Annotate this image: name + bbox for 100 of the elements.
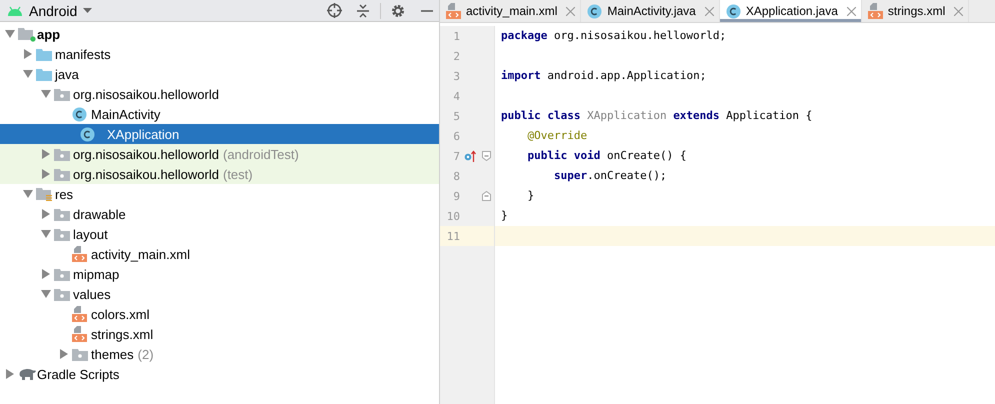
close-icon[interactable] xyxy=(566,6,576,16)
tree-row[interactable]: strings.xml xyxy=(0,324,439,344)
xml-file-icon xyxy=(72,246,87,262)
expand-arrow-icon[interactable] xyxy=(42,209,50,219)
tree-row[interactable]: app xyxy=(0,24,439,44)
item-label: XApplication xyxy=(107,126,180,142)
tree-row[interactable]: org.nisosaikou.helloworld (test) xyxy=(0,164,439,184)
item-label: colors.xml xyxy=(91,306,150,322)
dropdown-caret-icon[interactable] xyxy=(83,8,92,13)
tree-row[interactable]: layout xyxy=(0,224,439,244)
package-icon xyxy=(54,268,70,280)
code-line: } xyxy=(526,188,536,204)
line-number: 1 xyxy=(452,30,460,42)
tree-row[interactable]: XApplication xyxy=(0,124,439,144)
xml-file-icon xyxy=(72,326,87,342)
item-label: org.nisosaikou.helloworld xyxy=(73,166,219,182)
xml-file-icon xyxy=(72,306,87,322)
line-number: 3 xyxy=(452,70,460,82)
view-selector[interactable]: Android xyxy=(29,2,78,18)
code-line: package org.nisosaikou.helloworld; xyxy=(500,28,728,44)
class-icon xyxy=(587,4,602,18)
line-number: 7 xyxy=(452,150,460,162)
elephant-icon xyxy=(18,368,36,380)
tree-row[interactable]: mipmap xyxy=(0,264,439,284)
class-icon xyxy=(80,126,95,142)
line-number: 8 xyxy=(452,170,460,182)
close-icon[interactable] xyxy=(846,6,856,16)
item-label: Gradle Scripts xyxy=(37,366,120,382)
tree-row[interactable]: values xyxy=(0,284,439,304)
collapse-arrow-icon[interactable] xyxy=(41,230,51,238)
code-line: } xyxy=(500,208,509,224)
item-label: mipmap xyxy=(73,266,120,282)
item-note: (androidTest) xyxy=(222,146,299,162)
item-label: org.nisosaikou.helloworld xyxy=(73,86,219,102)
tree-row[interactable]: org.nisosaikou.helloworld (androidTest) xyxy=(0,144,439,164)
collapse-arrow-icon[interactable] xyxy=(5,30,15,38)
expand-arrow-icon[interactable] xyxy=(60,349,68,359)
code-line: public void onCreate() { xyxy=(526,148,688,164)
collapse-arrow-icon[interactable] xyxy=(23,70,33,78)
tree-row[interactable]: manifests xyxy=(0,44,439,64)
tree-row[interactable]: org.nisosaikou.helloworld xyxy=(0,84,439,104)
code-line: super.onCreate(); xyxy=(552,168,668,184)
tree-row[interactable]: res xyxy=(0,184,439,204)
settings-icon[interactable] xyxy=(391,4,405,18)
class-icon xyxy=(72,106,87,122)
tree-row[interactable]: colors.xml xyxy=(0,304,439,324)
code-line: @Override xyxy=(526,128,588,144)
item-label: values xyxy=(73,286,111,302)
item-note: (2) xyxy=(138,346,154,362)
item-label: app xyxy=(37,26,60,42)
tree-row[interactable]: Gradle Scripts xyxy=(0,364,439,384)
expand-arrow-icon[interactable] xyxy=(6,369,14,379)
item-label: MainActivity xyxy=(91,106,160,122)
collapse-arrow-icon[interactable] xyxy=(41,290,51,298)
line-number: 9 xyxy=(452,190,460,202)
line-number: 2 xyxy=(452,50,460,62)
package-icon xyxy=(54,288,70,300)
override-marker-icon[interactable] xyxy=(464,150,476,162)
tree-row[interactable]: java xyxy=(0,64,439,84)
item-label: java xyxy=(55,66,79,82)
class-icon xyxy=(726,4,741,18)
module-icon xyxy=(18,26,36,42)
expand-arrow-icon[interactable] xyxy=(24,49,32,59)
tree-row[interactable]: activity_main.xml xyxy=(0,244,439,264)
code-line: import android.app.Application; xyxy=(500,68,708,84)
close-icon[interactable] xyxy=(704,6,714,16)
collapse-all-icon[interactable] xyxy=(356,4,370,18)
item-label: manifests xyxy=(55,46,111,62)
package-icon xyxy=(54,148,70,160)
tree-row[interactable]: MainActivity xyxy=(0,104,439,124)
item-label: layout xyxy=(73,226,108,242)
fold-marker-icon[interactable] xyxy=(482,191,490,201)
package-icon xyxy=(54,88,70,100)
item-label: drawable xyxy=(73,206,126,222)
editor-tab[interactable]: XApplication.java xyxy=(720,0,862,22)
tree-row[interactable]: drawable xyxy=(0,204,439,224)
tree-row[interactable]: themes (2) xyxy=(0,344,439,364)
locate-target-icon[interactable] xyxy=(327,3,342,18)
xml-file-icon xyxy=(446,3,461,19)
folder-icon xyxy=(36,68,52,80)
line-number: 5 xyxy=(452,110,460,122)
fold-marker-icon[interactable] xyxy=(482,151,490,161)
package-icon xyxy=(54,208,70,220)
close-icon[interactable] xyxy=(954,6,964,16)
item-label: strings.xml xyxy=(91,326,154,342)
collapse-arrow-icon[interactable] xyxy=(23,190,33,198)
package-icon xyxy=(54,168,70,180)
expand-arrow-icon[interactable] xyxy=(42,269,50,279)
package-icon xyxy=(54,228,70,240)
line-number: 6 xyxy=(452,130,460,142)
collapse-arrow-icon[interactable] xyxy=(41,90,51,98)
item-note: (test) xyxy=(222,166,253,182)
item-label: themes xyxy=(91,346,134,362)
item-label: org.nisosaikou.helloworld xyxy=(73,146,219,162)
item-label: res xyxy=(55,186,74,202)
resource-folder-icon xyxy=(36,186,53,202)
android-icon xyxy=(7,6,23,16)
line-number: 10 xyxy=(446,210,460,222)
package-icon xyxy=(72,348,88,360)
xml-file-icon xyxy=(868,3,883,19)
